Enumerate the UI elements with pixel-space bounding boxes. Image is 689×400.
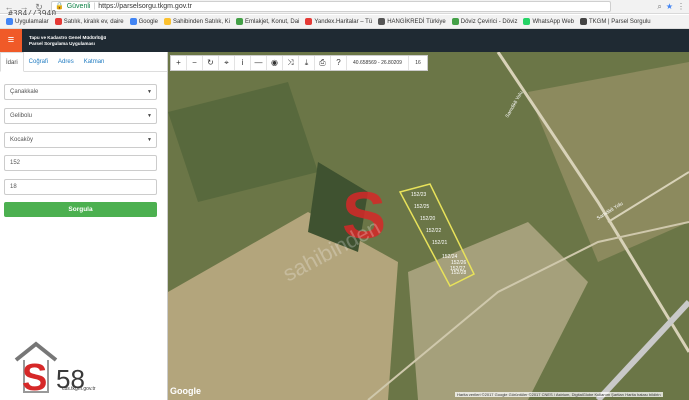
bookmark-label: Emlakjet, Konut, Dai	[245, 18, 300, 25]
lock-icon: 🔒	[55, 3, 64, 10]
tab-cografi[interactable]: Coğrafi	[24, 52, 53, 71]
bookmark-favicon-icon	[6, 18, 13, 25]
browser-toolbar: ← → ↻ 🔒 Güvenli | https://parselsorgu.tk…	[0, 0, 689, 14]
bookmark-favicon-icon	[580, 18, 588, 25]
info-icon[interactable]: i	[235, 56, 251, 70]
app-header: ≡ Tapu ve Kadastro Genel Müdürlüğü Parse…	[0, 29, 689, 52]
browser-actions: ⌕ ★ ⋮	[657, 2, 685, 12]
bookmark-label: Satılık, kiralık ev, daire	[63, 18, 124, 25]
district-value: Gelibolu	[10, 113, 33, 119]
zoom-in-icon[interactable]: +	[171, 56, 187, 70]
eye-icon[interactable]: ◉	[267, 56, 283, 70]
bookmark-favicon-icon	[451, 18, 459, 25]
bookmark-favicon-icon	[163, 18, 171, 25]
parcel-label: 152/20	[420, 216, 436, 222]
bookmark-label: Uygulamalar	[15, 18, 49, 25]
zoom-level: 16	[415, 60, 421, 66]
download-icon[interactable]: ⤓	[299, 56, 315, 70]
logo-subtitle: cbs.tkgm.gov.tr	[62, 386, 96, 392]
parcel-label: 152/25	[414, 204, 430, 210]
bookmark-item[interactable]: Satılık, kiralık ev, daire	[54, 18, 124, 25]
bookmark-label: Yandex.Haritalar – Tü	[314, 18, 373, 25]
bookmark-item[interactable]: WhatsApp Web	[523, 18, 574, 25]
query-button[interactable]: Sorgula	[4, 202, 157, 217]
bookmark-item[interactable]: Google	[129, 18, 158, 25]
query-sidebar: İdari Coğrafi Adres Katman Çanakkale ▼ G…	[0, 52, 168, 400]
bookmark-label: Google	[138, 18, 158, 25]
app-title: Tapu ve Kadastro Genel Müdürlüğü Parsel …	[29, 35, 106, 47]
coordinate-readout: 40.658569 - 26.80209	[347, 56, 409, 70]
parcel-label: 152/28	[451, 270, 467, 276]
measure-line-icon[interactable]: —	[251, 56, 267, 70]
app-title-line1: Tapu ve Kadastro Genel Müdürlüğü	[29, 34, 107, 40]
province-value: Çanakkale	[10, 89, 39, 95]
tab-idari[interactable]: İdari	[0, 52, 24, 72]
parsel-input[interactable]: 18	[4, 179, 157, 195]
neighborhood-select[interactable]: Kocaköy ▼	[4, 132, 157, 148]
ada-input[interactable]: 152	[4, 155, 157, 171]
bookmark-label: TKGM | Parsel Sorgulu	[589, 18, 651, 25]
bookmark-item[interactable]: Yandex.Haritalar – Tü	[305, 18, 372, 25]
star-icon[interactable]: ★	[666, 2, 673, 12]
parcel-label: 152/23	[411, 192, 427, 198]
query-tabs: İdari Coğrafi Adres Katman	[0, 52, 167, 72]
map-attribution: Harita verileri ©2017 Google Görüntüler …	[455, 392, 663, 397]
district-select[interactable]: Gelibolu ▼	[4, 108, 157, 124]
logo-s-letter: S	[22, 357, 47, 399]
province-select[interactable]: Çanakkale ▼	[4, 84, 157, 100]
help-icon[interactable]: ?	[331, 56, 347, 70]
bookmark-item[interactable]: Sahibinden Satılık, Ki	[163, 18, 231, 25]
search-icon[interactable]: ⌕	[657, 2, 661, 12]
crosshair-icon[interactable]: ⌖	[219, 56, 235, 70]
address-bar[interactable]: 🔒 Güvenli | https://parselsorgu.tkgm.gov…	[51, 1, 611, 12]
bookmark-label: Sahibinden Satılık, Ki	[172, 18, 231, 25]
refresh-icon[interactable]: ↻	[203, 56, 219, 70]
chevron-down-icon: ▼	[147, 113, 152, 119]
secure-label: Güvenli	[66, 3, 91, 10]
tab-katman[interactable]: Katman	[79, 52, 110, 71]
parcel-label: 152/21	[432, 240, 448, 246]
satellite-map[interactable]: S sahibinden 152/23 152/25 152/20 152/22…	[168, 52, 689, 400]
chevron-down-icon: ▼	[147, 137, 152, 143]
bookmark-favicon-icon	[129, 18, 137, 25]
bookmark-favicon-icon	[54, 18, 62, 25]
bookmark-favicon-icon	[305, 18, 313, 25]
bookmark-item[interactable]: TKGM | Parsel Sorgulu	[580, 18, 651, 25]
hamburger-menu-icon[interactable]: ≡	[0, 29, 22, 52]
bookmark-item[interactable]: Döviz Çevirici - Döviz	[451, 18, 518, 25]
bookmark-label: WhatsApp Web	[532, 18, 575, 25]
app-title-line2: Parsel Sorgulama Uygulaması	[29, 40, 95, 46]
shuffle-icon[interactable]: ⤨	[283, 56, 299, 70]
menu-dots-icon[interactable]: ⋮	[677, 2, 685, 12]
bookmark-label: HANGİKREDİ Türkiye	[387, 18, 446, 25]
chevron-down-icon: ▼	[147, 89, 152, 95]
zoom-out-icon[interactable]: −	[187, 56, 203, 70]
print-icon[interactable]: ⎙	[315, 56, 331, 70]
parcel-label: 152/22	[426, 228, 442, 234]
map-toolbar: + − ↻ ⌖ i — ◉ ⤨ ⤓ ⎙ ? 40.658569 - 26.802…	[170, 55, 428, 71]
tab-adres[interactable]: Adres	[53, 52, 79, 71]
bookmarks-bar: Uygulamalar Satılık, kiralık ev, daire Goo…	[0, 15, 689, 29]
bookmark-favicon-icon	[378, 18, 386, 25]
google-brand: Google	[170, 386, 201, 396]
bookmark-item[interactable]: Emlakjet, Konut, Dai	[236, 18, 299, 25]
bookmark-label: Döviz Çevirici - Döviz	[460, 18, 518, 25]
neighborhood-value: Kocaköy	[10, 137, 34, 143]
bookmark-favicon-icon	[236, 18, 244, 25]
url-text: https://parselsorgu.tkgm.gov.tr	[98, 3, 192, 10]
map-canvas: S sahibinden 152/23 152/25 152/20 152/22…	[168, 52, 689, 400]
bookmark-item[interactable]: HANGİKREDİ Türkiye	[378, 18, 446, 25]
bookmark-item[interactable]: Uygulamalar	[6, 18, 49, 25]
bookmark-favicon-icon	[523, 18, 531, 25]
